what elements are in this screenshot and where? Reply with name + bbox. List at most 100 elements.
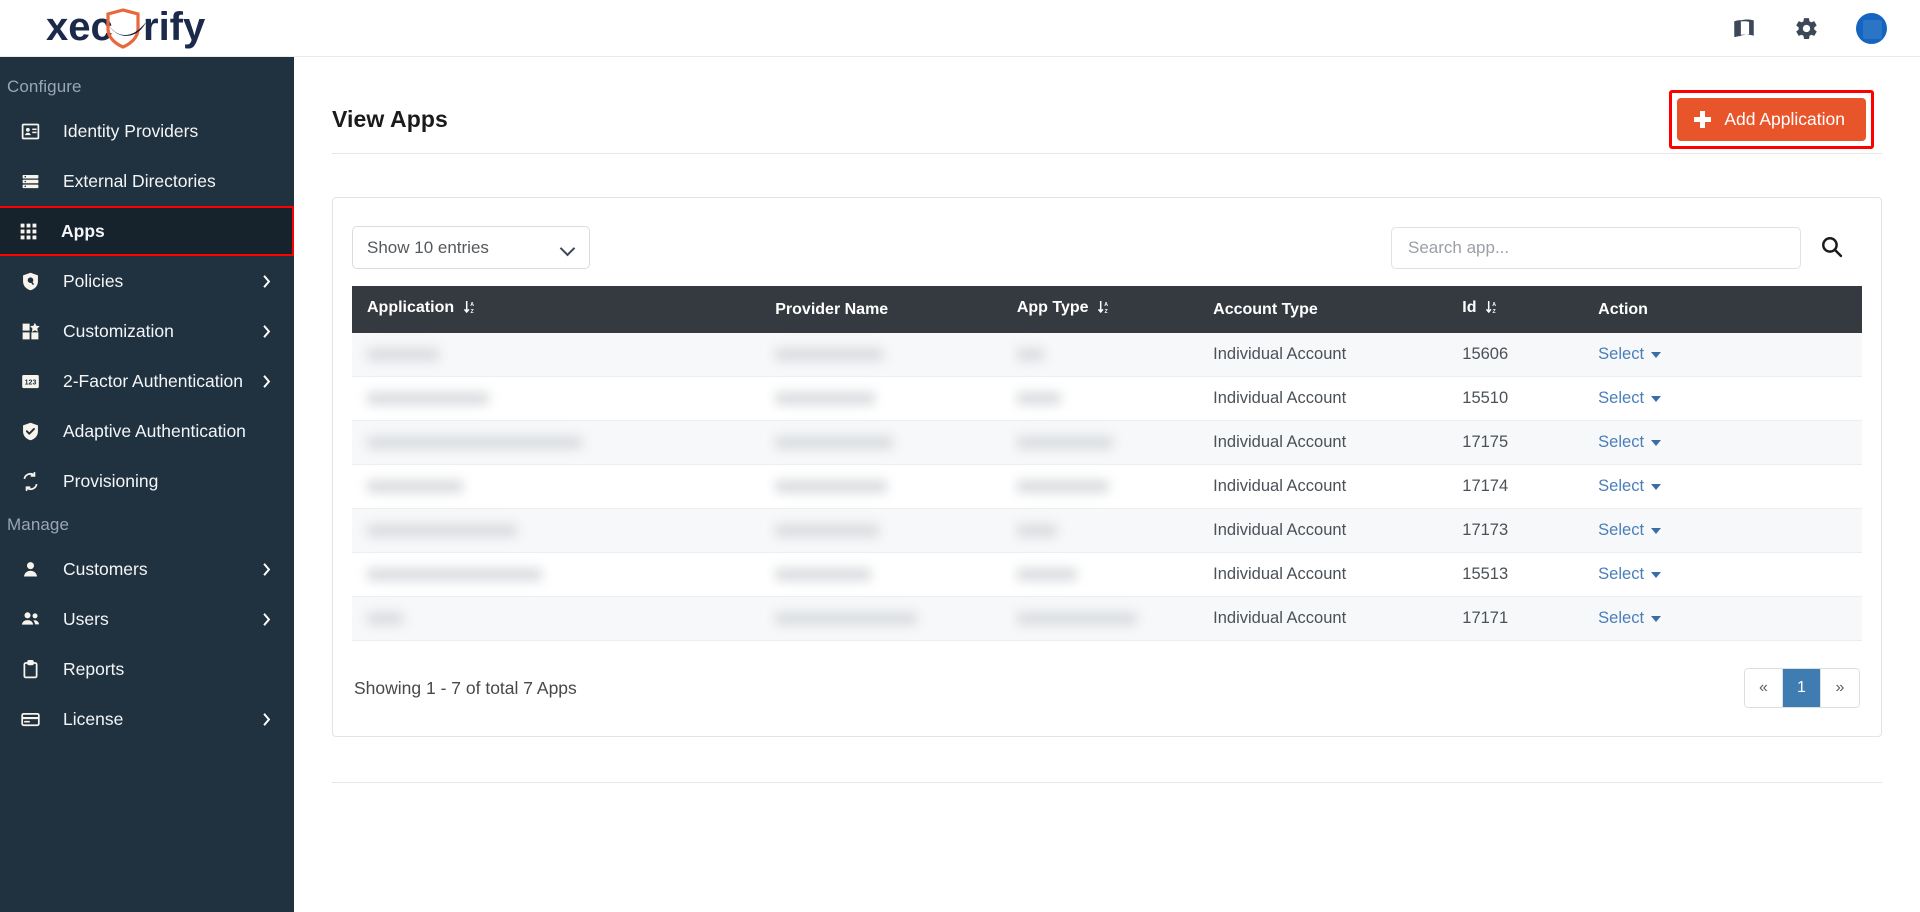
sidebar-item-customization[interactable]: Customization (0, 306, 294, 356)
sidebar-item-label: Provisioning (63, 470, 159, 491)
plus-icon (1694, 110, 1712, 128)
redacted-value (775, 392, 876, 406)
sidebar-section-manage: Manage (7, 515, 70, 534)
customization-blocks-icon (20, 321, 50, 342)
cell-app-type (1008, 508, 1206, 553)
cell-provider-name (767, 420, 1009, 465)
sidebar-item-users[interactable]: Users (0, 594, 294, 644)
show-entries-select[interactable]: Show 10 entries Show 25 entries Show 50 … (352, 226, 590, 269)
sidebar-item-license[interactable]: License (0, 694, 294, 744)
caret-down-icon (1651, 395, 1662, 402)
column-header-application[interactable]: Application A Z (352, 286, 768, 333)
table-row[interactable]: Individual Account 15513 Select (352, 552, 1862, 597)
column-header-provider-name[interactable]: Provider Name (767, 286, 1009, 333)
shield-check-icon (20, 421, 50, 442)
top-bar: xec rify (0, 0, 1920, 57)
card-icon (20, 709, 50, 730)
cell-provider-name (767, 376, 1009, 421)
table-row[interactable]: Individual Account 17171 Select (352, 596, 1862, 641)
table-row[interactable]: Individual Account 17173 Select (352, 508, 1862, 553)
cell-id: 15513 (1454, 552, 1591, 597)
redacted-value (1016, 348, 1044, 362)
sidebar-item-policies[interactable]: Policies (0, 256, 294, 306)
people-group-icon (20, 608, 50, 630)
sidebar-item-identity-providers[interactable]: Identity Providers (0, 106, 294, 156)
column-header-id[interactable]: Id A Z (1454, 286, 1591, 333)
svg-text:123: 123 (25, 379, 37, 386)
table-row[interactable]: Individual Account 15606 Select (352, 333, 1862, 377)
numeric-123-icon: 123 (20, 371, 50, 392)
sidebar: Configure Identity Providers External Di… (0, 57, 294, 912)
chevron-right-icon (260, 274, 273, 288)
table-footer: Showing 1 - 7 of total 7 Apps « 1 » (352, 641, 1862, 708)
sidebar-item-label: Apps (61, 220, 105, 241)
cell-id: 17173 (1454, 508, 1591, 553)
caret-down-icon (1651, 571, 1662, 578)
cell-application (352, 420, 768, 465)
sidebar-item-provisioning[interactable]: Provisioning (0, 456, 294, 506)
search-input[interactable] (1391, 226, 1801, 269)
redacted-value (775, 480, 888, 494)
table-body: Individual Account 15606 Select Individu… (352, 333, 1862, 641)
cell-app-type (1008, 420, 1206, 465)
gear-icon[interactable] (1794, 16, 1819, 41)
pagination: « 1 » (1744, 668, 1860, 708)
cell-id: 15606 (1454, 333, 1591, 377)
select-dropdown[interactable]: Select (1598, 389, 1662, 408)
caret-down-icon (1651, 439, 1662, 446)
select-dropdown[interactable]: Select (1598, 565, 1662, 584)
header-divider (332, 153, 1882, 154)
search-button[interactable] (1819, 234, 1844, 262)
pagination-prev-button[interactable]: « (1745, 669, 1783, 707)
sidebar-item-2-factor-authentication[interactable]: 123 2-Factor Authentication (0, 356, 294, 406)
table-row[interactable]: Individual Account 15510 Select (352, 376, 1862, 421)
sidebar-item-label: Reports (63, 658, 125, 679)
redacted-value (367, 568, 542, 582)
sidebar-item-label: License (63, 708, 124, 729)
cell-app-type (1008, 333, 1206, 377)
select-dropdown[interactable]: Select (1598, 345, 1662, 364)
column-header-app-type[interactable]: App Type A Z (1008, 286, 1206, 333)
table-row[interactable]: Individual Account 17174 Select (352, 464, 1862, 509)
select-dropdown[interactable]: Select (1598, 477, 1662, 496)
sidebar-item-apps[interactable]: Apps (0, 206, 294, 256)
shield-search-icon (20, 271, 50, 292)
sidebar-item-customers[interactable]: Customers (0, 544, 294, 594)
add-application-label: Add Application (1724, 108, 1845, 129)
cell-app-type (1008, 552, 1206, 597)
apps-table: Application A Z Provider Name App Type A… (352, 286, 1862, 641)
select-dropdown[interactable]: Select (1598, 521, 1662, 540)
xecurify-logo-icon: xec rify (46, 5, 206, 49)
cell-application (352, 552, 768, 597)
cell-provider-name (767, 596, 1009, 641)
select-dropdown[interactable]: Select (1598, 433, 1662, 452)
brand-logo[interactable]: xec rify (46, 0, 236, 56)
sort-az-icon: A Z (1485, 300, 1498, 320)
table-row[interactable]: Individual Account 17175 Select (352, 420, 1862, 465)
select-dropdown[interactable]: Select (1598, 609, 1662, 628)
pagination-next-button[interactable]: » (1821, 669, 1859, 707)
page-header: View Apps Add Application (294, 57, 1920, 153)
redacted-value (775, 612, 918, 626)
sidebar-item-label: Policies (63, 270, 124, 291)
sidebar-item-label: Identity Providers (63, 120, 199, 141)
cell-provider-name (767, 464, 1009, 509)
sidebar-item-adaptive-authentication[interactable]: Adaptive Authentication (0, 406, 294, 456)
cell-provider-name (767, 508, 1009, 553)
cell-account-type: Individual Account (1205, 333, 1455, 377)
cell-action: Select (1590, 596, 1862, 641)
sidebar-item-external-directories[interactable]: External Directories (0, 156, 294, 206)
cell-account-type: Individual Account (1205, 508, 1455, 553)
redacted-value (1016, 480, 1109, 494)
column-header-account-type[interactable]: Account Type (1205, 286, 1455, 333)
avatar[interactable] (1856, 12, 1887, 44)
magnifier-icon (1819, 234, 1844, 262)
add-application-button[interactable]: Add Application (1677, 97, 1866, 141)
pagination-page-1[interactable]: 1 (1783, 669, 1821, 707)
sidebar-item-reports[interactable]: Reports (0, 644, 294, 694)
showing-entries-text: Showing 1 - 7 of total 7 Apps (354, 677, 577, 698)
redacted-value (1016, 568, 1077, 582)
book-icon[interactable] (1731, 15, 1757, 41)
id-card-icon (20, 121, 50, 142)
cell-account-type: Individual Account (1205, 376, 1455, 421)
